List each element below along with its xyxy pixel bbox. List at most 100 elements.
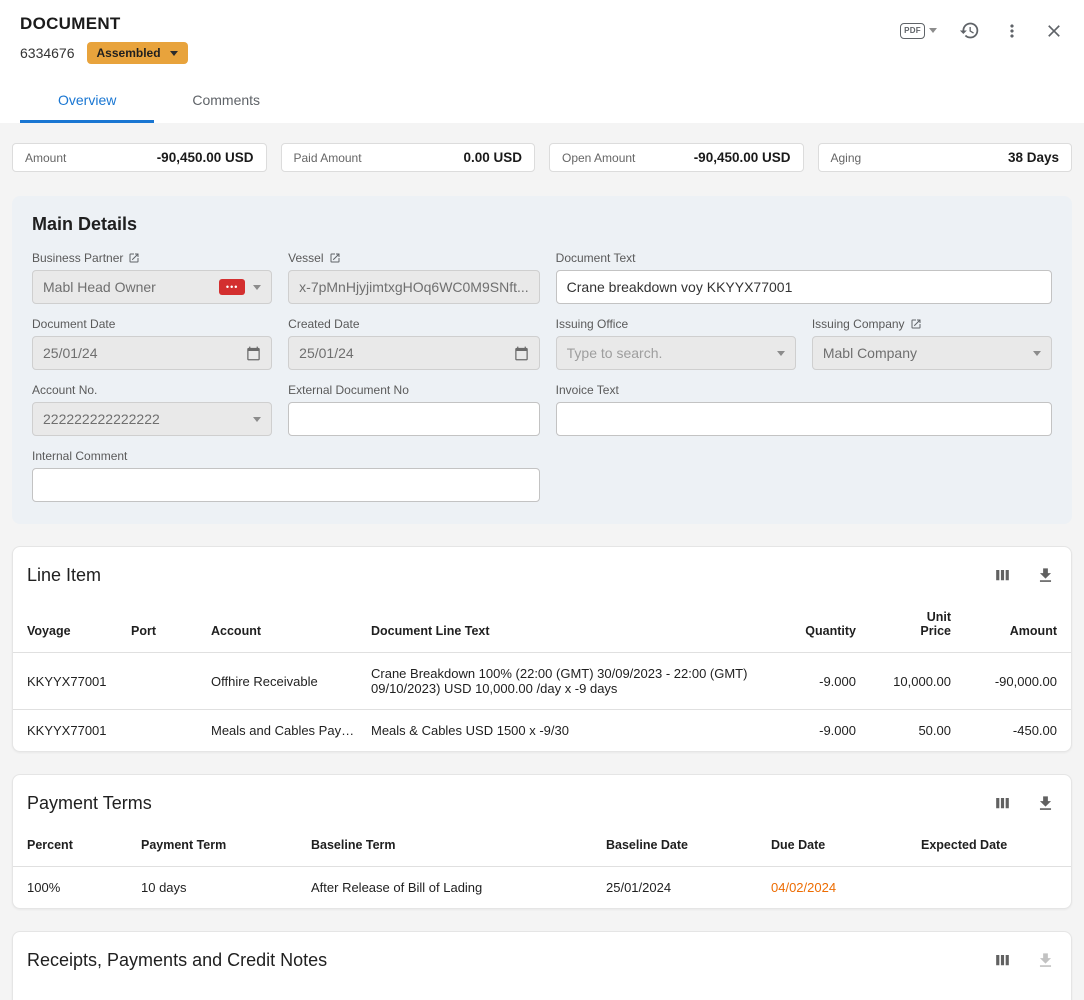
close-button[interactable]	[1044, 21, 1064, 41]
tab-overview[interactable]: Overview	[20, 80, 154, 123]
field-issuing-company: Issuing Company Mabl Company	[812, 317, 1052, 370]
status-badge[interactable]: Assembled	[87, 42, 188, 64]
external-document-no-input[interactable]	[288, 402, 540, 436]
field-vessel: Vessel x-7pMnHjyjimtxgHOq6WC0M9SNft...	[288, 251, 540, 304]
summary-card-aging: Aging 38 Days	[818, 143, 1073, 172]
partner-alert-chip[interactable]: •••	[219, 279, 245, 295]
summary-card-paid-amount: Paid Amount 0.00 USD	[281, 143, 536, 172]
internal-comment-input[interactable]	[32, 468, 540, 502]
receipts-table: Document No Document Date Document Type …	[13, 985, 1071, 1000]
download-icon[interactable]	[1036, 794, 1055, 813]
cell-voyage: KKYYX77001	[13, 710, 123, 752]
cell-baseline-date: 25/01/2024	[598, 867, 763, 909]
account-no-select[interactable]: 222222222222222	[32, 402, 272, 436]
column-header-account: Account	[203, 600, 363, 653]
close-icon	[1044, 21, 1064, 41]
column-header-quantity: Quantity	[769, 600, 864, 653]
business-partner-value: Mabl Head Owner	[43, 279, 211, 295]
issuing-office-placeholder: Type to search.	[567, 345, 769, 361]
column-header-expected-date: Expected Date	[913, 828, 1071, 867]
summary-label: Amount	[25, 151, 66, 165]
cell-quantity: -9.000	[769, 653, 864, 710]
kebab-menu-icon	[1002, 21, 1022, 41]
field-document-date: Document Date 25/01/24	[32, 317, 272, 370]
tab-comments[interactable]: Comments	[154, 80, 298, 123]
chevron-down-icon	[929, 28, 937, 33]
section-title-line-item: Line Item	[27, 565, 101, 586]
column-header-document-type: Document Type	[663, 985, 918, 1000]
column-settings-icon[interactable]	[993, 951, 1012, 970]
issuing-company-select[interactable]: Mabl Company	[812, 336, 1052, 370]
line-item-table: Voyage Port Account Document Line Text Q…	[13, 600, 1071, 751]
field-label: Account No.	[32, 383, 97, 397]
page-title: DOCUMENT	[20, 14, 188, 34]
line-item-section: Line Item Voyage Port Account Document L…	[12, 546, 1072, 752]
more-options-button[interactable]	[1002, 21, 1022, 41]
field-label: Document Date	[32, 317, 115, 331]
field-label: Invoice Text	[556, 383, 619, 397]
column-settings-icon[interactable]	[993, 794, 1012, 813]
summary-card-amount: Amount -90,450.00 USD	[12, 143, 267, 172]
download-icon-disabled	[1036, 951, 1055, 970]
cell-due-date: 04/02/2024	[763, 867, 913, 909]
summary-value: 38 Days	[1008, 150, 1059, 165]
column-header-amount: Amount	[959, 600, 1071, 653]
vessel-value: x-7pMnHjyjimtxgHOq6WC0M9SNft...	[299, 279, 529, 295]
section-title-payment-terms: Payment Terms	[27, 793, 152, 814]
field-invoice-text: Invoice Text	[556, 383, 1052, 436]
cell-port	[123, 653, 203, 710]
column-header-baseline-date: Baseline Date	[598, 828, 763, 867]
chevron-down-icon	[1033, 351, 1041, 356]
summary-label: Open Amount	[562, 151, 635, 165]
cell-amount: -90,000.00	[959, 653, 1071, 710]
status-badge-label: Assembled	[97, 46, 161, 60]
payment-terms-row[interactable]: 100% 10 days After Release of Bill of La…	[13, 867, 1071, 909]
receipts-section: Receipts, Payments and Credit Notes Docu…	[12, 931, 1072, 1000]
cell-baseline-term: After Release of Bill of Lading	[303, 867, 598, 909]
field-label: Issuing Company	[812, 317, 905, 331]
open-in-new-icon[interactable]	[128, 252, 140, 264]
cell-quantity: -9.000	[769, 710, 864, 752]
section-title-receipts: Receipts, Payments and Credit Notes	[27, 950, 327, 971]
summary-cards: Amount -90,450.00 USD Paid Amount 0.00 U…	[12, 143, 1072, 172]
history-button[interactable]	[959, 20, 980, 41]
calendar-icon	[514, 346, 529, 361]
field-document-text: Document Text	[556, 251, 1052, 304]
summary-value: 0.00 USD	[463, 150, 522, 165]
created-date-value: 25/01/24	[299, 345, 506, 361]
line-item-row[interactable]: KKYYX77001 Meals and Cables Pay… Meals &…	[13, 710, 1071, 752]
column-header-select-all	[13, 985, 173, 1000]
document-date-value: 25/01/24	[43, 345, 238, 361]
main-details-section: Main Details Business Partner Mabl Head …	[12, 196, 1072, 524]
section-title-main-details: Main Details	[32, 214, 1052, 235]
document-text-input[interactable]	[556, 270, 1052, 304]
column-header-port: Port	[123, 600, 203, 653]
column-header-unit-price-label: Unit Price	[915, 610, 951, 638]
line-item-row[interactable]: KKYYX77001 Offhire Receivable Crane Brea…	[13, 653, 1071, 710]
business-partner-select[interactable]: Mabl Head Owner •••	[32, 270, 272, 304]
open-in-new-icon[interactable]	[329, 252, 341, 264]
invoice-text-input[interactable]	[556, 402, 1052, 436]
created-date-picker[interactable]: 25/01/24	[288, 336, 540, 370]
vessel-field[interactable]: x-7pMnHjyjimtxgHOq6WC0M9SNft...	[288, 270, 540, 304]
field-label: Issuing Office	[556, 317, 628, 331]
column-settings-icon[interactable]	[993, 566, 1012, 585]
issuing-office-select[interactable]: Type to search.	[556, 336, 796, 370]
column-header-unit-price: Unit Price	[864, 600, 959, 653]
column-header-payment-term: Payment Term	[133, 828, 303, 867]
cell-unit-price: 10,000.00	[864, 653, 959, 710]
field-issuing-office: Issuing Office Type to search.	[556, 317, 796, 370]
summary-label: Aging	[831, 151, 862, 165]
field-internal-comment: Internal Comment	[32, 449, 540, 502]
cell-amount: -450.00	[959, 710, 1071, 752]
open-in-new-icon[interactable]	[910, 318, 922, 330]
export-pdf-button[interactable]: PDF	[900, 23, 937, 39]
column-header-percent: Percent	[13, 828, 133, 867]
cell-port	[123, 710, 203, 752]
chevron-down-icon	[253, 285, 261, 290]
chevron-down-icon	[777, 351, 785, 356]
document-date-picker[interactable]: 25/01/24	[32, 336, 272, 370]
summary-value: -90,450.00 USD	[157, 150, 254, 165]
field-label: Internal Comment	[32, 449, 127, 463]
download-icon[interactable]	[1036, 566, 1055, 585]
